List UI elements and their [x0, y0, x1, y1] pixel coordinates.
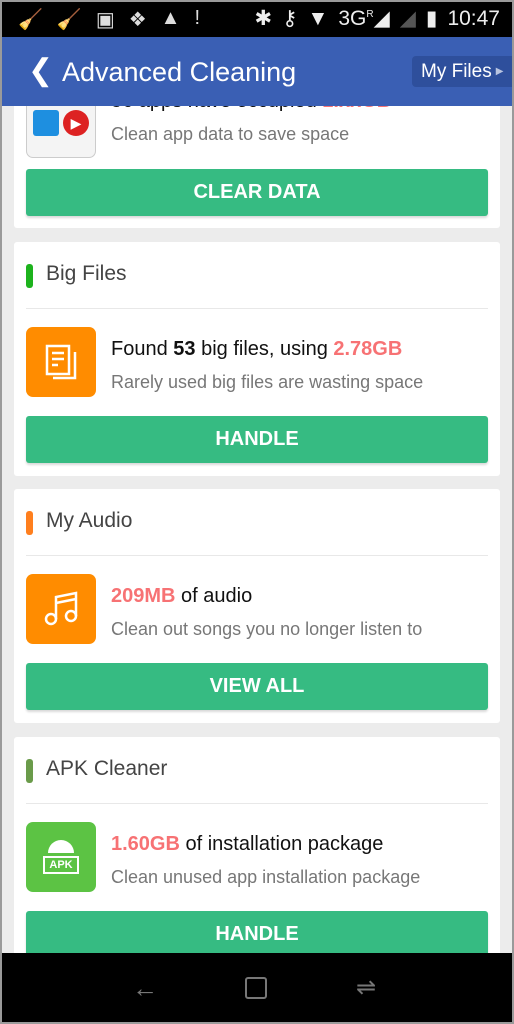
view-all-audio-button[interactable]: VIEW ALL — [26, 663, 488, 710]
apk-handle-button[interactable]: HANDLE — [26, 911, 488, 953]
play-app-icon: ▶ — [63, 110, 89, 136]
divider — [26, 308, 488, 309]
app-icon — [33, 110, 59, 136]
apk-summary: 1.60GB of installation package — [111, 833, 384, 855]
audio-summary: 209MB of audio — [111, 585, 253, 607]
document-icon — [26, 327, 96, 397]
divider — [26, 803, 488, 804]
scroll-content[interactable]: ▶ 56 apps have occupied 1.xxGB Clean app… — [0, 0, 514, 953]
status-bar: 🧹 🧹 ▣ ❖ ▲ ! ✱ ⚷ ▼ 3GR◢ ◢ ▮ 10:47 — [0, 0, 514, 37]
warning-icon: ▲ — [160, 7, 181, 29]
audio-subtitle: Clean out songs you no longer listen to — [111, 619, 423, 639]
android-apk-icon: APK — [26, 822, 96, 892]
big-files-summary: Found 53 big files, using 2.78GB — [111, 338, 403, 360]
clock: 10:47 — [447, 6, 500, 30]
network-type: 3GR◢ — [338, 7, 390, 30]
big-files-handle-button[interactable]: HANDLE — [26, 416, 488, 463]
cleaner-notification-icon: 🧹 — [56, 9, 82, 31]
clear-data-button[interactable]: CLEAR DATA — [26, 169, 488, 216]
page-title: Advanced Cleaning — [62, 57, 297, 87]
app-header: ❮ Advanced Cleaning My Files ▶ — [0, 37, 514, 106]
section-title: APK Cleaner — [46, 757, 168, 780]
section-marker — [26, 759, 33, 783]
my-files-label: My Files — [421, 61, 492, 82]
section-title: Big Files — [46, 262, 127, 285]
alert-notification-icon: ! — [194, 7, 201, 29]
navigation-bar: ← ⇌ — [0, 953, 514, 1024]
apk-subtitle: Clean unused app installation package — [111, 867, 421, 887]
app-data-subtitle: Clean app data to save space — [111, 124, 350, 144]
my-files-button[interactable]: My Files ▶ — [412, 56, 514, 87]
back-nav-icon[interactable]: ← — [132, 973, 158, 1004]
recents-nav-icon[interactable]: ⇌ — [356, 973, 376, 1002]
apk-cleaner-card: APK Cleaner APK 1.60GB of installation p… — [14, 737, 500, 953]
home-nav-icon[interactable] — [245, 977, 267, 999]
section-title: My Audio — [46, 509, 133, 532]
bluetooth-icon: ✱ — [254, 7, 273, 30]
android-head — [48, 840, 74, 853]
my-audio-card: My Audio 209MB of audio Clean out songs … — [14, 489, 500, 723]
key-icon: ⚷ — [282, 7, 298, 30]
image-notification-icon: ▣ — [95, 9, 115, 31]
chevron-right-icon: ▶ — [495, 66, 504, 77]
music-note-icon — [26, 574, 96, 644]
apk-label: APK — [43, 856, 79, 874]
dropbox-notification-icon: ❖ — [128, 9, 147, 31]
signal-icon: ◢ — [399, 7, 416, 30]
cleaner-notification-icon: 🧹 — [18, 9, 43, 31]
back-arrow-icon[interactable]: ❮ — [28, 53, 53, 88]
section-marker — [26, 264, 33, 288]
wifi-icon: ▼ — [307, 6, 329, 30]
section-marker — [26, 511, 33, 535]
big-files-subtitle: Rarely used big files are wasting space — [111, 372, 424, 392]
battery-icon: ▮ — [425, 7, 438, 30]
divider — [26, 555, 488, 556]
big-files-card: Big Files Found 53 big files, using 2.78… — [14, 242, 500, 476]
